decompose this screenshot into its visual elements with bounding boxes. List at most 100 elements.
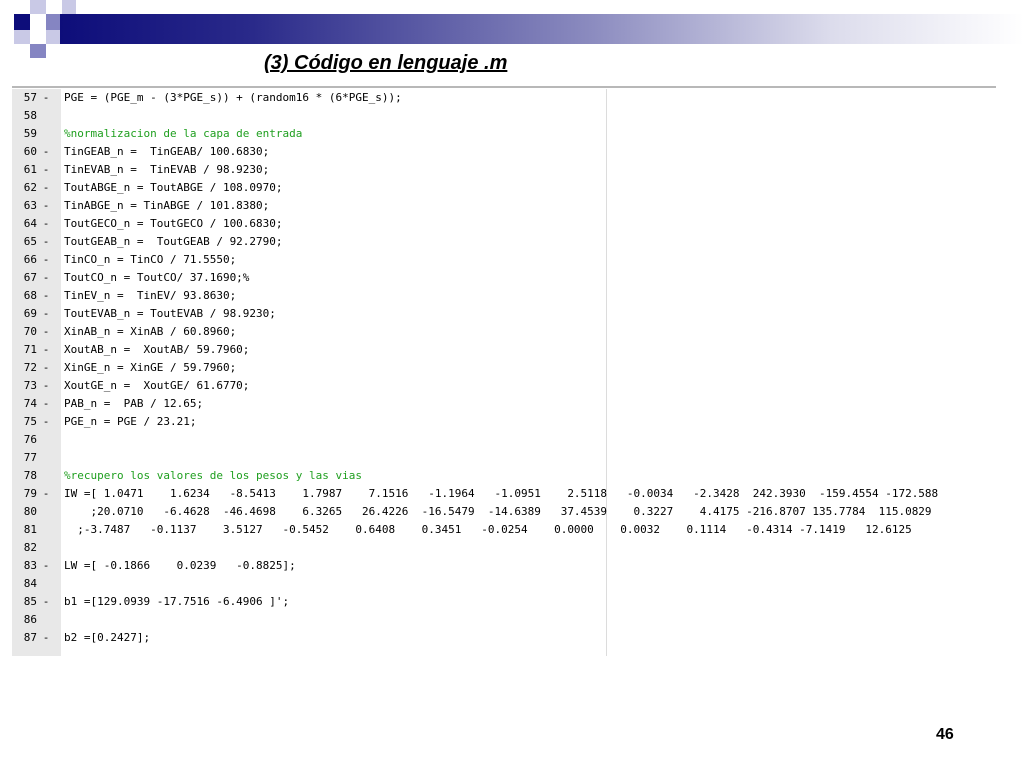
code-text: TinGEAB_n = TinGEAB/ 100.6830; bbox=[64, 145, 270, 158]
executable-line-marker[interactable]: - bbox=[41, 89, 51, 107]
line-number: 75 bbox=[23, 415, 37, 428]
executable-line-marker[interactable]: - bbox=[41, 287, 51, 305]
code-line[interactable]: 59 %normalizacion de la capa de entrada bbox=[12, 125, 996, 143]
code-text: ;-3.7487 -0.1137 3.5127 -0.5452 0.6408 0… bbox=[64, 523, 912, 536]
line-number: 72 bbox=[23, 361, 37, 374]
code-line[interactable]: 57- PGE = (PGE_m - (3*PGE_s)) + (random16… bbox=[12, 89, 996, 107]
code-text: XinGE_n = XinGE / 59.7960; bbox=[64, 361, 237, 374]
slide-title: (3) Código en lenguaje .m bbox=[264, 52, 508, 74]
code-text: LW =[ -0.1866 0.0239 -0.8825]; bbox=[64, 559, 296, 572]
code-text: IW =[ 1.0471 1.6234 -8.5413 1.7987 7.151… bbox=[64, 487, 939, 500]
code-line[interactable]: 77 bbox=[12, 449, 996, 467]
code-text: XinAB_n = XinAB / 60.8960; bbox=[64, 325, 237, 338]
code-line[interactable]: 61- TinEVAB_n = TinEVAB / 98.9230; bbox=[12, 161, 996, 179]
code-text: XoutGE_n = XoutGE/ 61.6770; bbox=[64, 379, 250, 392]
decor-square bbox=[46, 14, 60, 30]
line-number: 76 bbox=[23, 433, 37, 446]
code-text: ToutGEAB_n = ToutGEAB / 92.2790; bbox=[64, 235, 283, 248]
code-line[interactable]: 78 %recupero los valores de los pesos y l… bbox=[12, 467, 996, 485]
code-line[interactable]: 58 bbox=[12, 107, 996, 125]
line-number: 87 bbox=[23, 631, 37, 644]
code-line[interactable]: 83- LW =[ -0.1866 0.0239 -0.8825]; bbox=[12, 557, 996, 575]
code-comment: %normalizacion de la capa de entrada bbox=[64, 127, 303, 140]
line-number: 71 bbox=[23, 343, 37, 356]
executable-line-marker[interactable]: - bbox=[41, 341, 51, 359]
code-line[interactable]: 86 bbox=[12, 611, 996, 629]
code-text: TinEV_n = TinEV/ 93.8630; bbox=[64, 289, 237, 302]
code-line[interactable]: 62- ToutABGE_n = ToutABGE / 108.0970; bbox=[12, 179, 996, 197]
header-decoration bbox=[0, 0, 1024, 60]
executable-line-marker[interactable]: - bbox=[41, 593, 51, 611]
code-line[interactable]: 65- ToutGEAB_n = ToutGEAB / 92.2790; bbox=[12, 233, 996, 251]
line-number: 74 bbox=[23, 397, 37, 410]
code-line[interactable]: 87- b2 =[0.2427]; bbox=[12, 629, 996, 647]
executable-line-marker[interactable]: - bbox=[41, 557, 51, 575]
code-line[interactable]: 75- PGE_n = PGE / 23.21; bbox=[12, 413, 996, 431]
line-number: 58 bbox=[23, 109, 37, 122]
executable-line-marker[interactable]: - bbox=[41, 269, 51, 287]
code-comment: %recupero los valores de los pesos y las… bbox=[64, 469, 363, 482]
decor-square bbox=[46, 30, 60, 44]
code-line[interactable]: 82 bbox=[12, 539, 996, 557]
executable-line-marker[interactable]: - bbox=[41, 359, 51, 377]
decor-square bbox=[14, 30, 30, 44]
code-text: b2 =[0.2427]; bbox=[64, 631, 151, 644]
decor-square bbox=[14, 14, 30, 30]
code-text: ToutEVAB_n = ToutEVAB / 98.9230; bbox=[64, 307, 276, 320]
title-divider bbox=[12, 86, 996, 88]
code-line[interactable]: 84 bbox=[12, 575, 996, 593]
code-line[interactable]: 66- TinCO_n = TinCO / 71.5550; bbox=[12, 251, 996, 269]
code-text: ToutABGE_n = ToutABGE / 108.0970; bbox=[64, 181, 283, 194]
executable-line-marker[interactable]: - bbox=[41, 377, 51, 395]
code-line[interactable]: 68- TinEV_n = TinEV/ 93.8630; bbox=[12, 287, 996, 305]
line-number: 67 bbox=[23, 271, 37, 284]
code-line[interactable]: 81 ;-3.7487 -0.1137 3.5127 -0.5452 0.640… bbox=[12, 521, 996, 539]
executable-line-marker[interactable]: - bbox=[41, 179, 51, 197]
code-line[interactable]: 60- TinGEAB_n = TinGEAB/ 100.6830; bbox=[12, 143, 996, 161]
code-line[interactable]: 74- PAB_n = PAB / 12.65; bbox=[12, 395, 996, 413]
line-number: 61 bbox=[23, 163, 37, 176]
executable-line-marker[interactable]: - bbox=[41, 197, 51, 215]
executable-line-marker[interactable]: - bbox=[41, 305, 51, 323]
code-line[interactable]: 80 ;20.0710 -6.4628 -46.4698 6.3265 26.4… bbox=[12, 503, 996, 521]
executable-line-marker[interactable]: - bbox=[41, 143, 51, 161]
code-line[interactable]: 64- ToutGECO_n = ToutGECO / 100.6830; bbox=[12, 215, 996, 233]
code-text: PAB_n = PAB / 12.65; bbox=[64, 397, 204, 410]
executable-line-marker[interactable]: - bbox=[41, 323, 51, 341]
code-text: ToutGECO_n = ToutGECO / 100.6830; bbox=[64, 217, 283, 230]
code-line[interactable]: 69- ToutEVAB_n = ToutEVAB / 98.9230; bbox=[12, 305, 996, 323]
executable-line-marker[interactable]: - bbox=[41, 215, 51, 233]
executable-line-marker[interactable]: - bbox=[41, 161, 51, 179]
code-text: XoutAB_n = XoutAB/ 59.7960; bbox=[64, 343, 250, 356]
line-number: 84 bbox=[23, 577, 37, 590]
decor-square bbox=[62, 0, 76, 14]
code-text: ;20.0710 -6.4628 -46.4698 6.3265 26.4226… bbox=[64, 505, 932, 518]
line-number: 69 bbox=[23, 307, 37, 320]
executable-line-marker[interactable]: - bbox=[41, 485, 51, 503]
line-number: 85 bbox=[23, 595, 37, 608]
line-number: 81 bbox=[23, 523, 37, 536]
code-line[interactable]: 73- XoutGE_n = XoutGE/ 61.6770; bbox=[12, 377, 996, 395]
code-line[interactable]: 85- b1 =[129.0939 -17.7516 -6.4906 ]'; bbox=[12, 593, 996, 611]
code-line[interactable]: 67- ToutCO_n = ToutCO/ 37.1690;% bbox=[12, 269, 996, 287]
code-editor[interactable]: 57- PGE = (PGE_m - (3*PGE_s)) + (random16… bbox=[12, 89, 996, 656]
line-number: 62 bbox=[23, 181, 37, 194]
line-number: 63 bbox=[23, 199, 37, 212]
page-number: 46 bbox=[936, 726, 954, 743]
code-line[interactable]: 76 bbox=[12, 431, 996, 449]
executable-line-marker[interactable]: - bbox=[41, 413, 51, 431]
header-gradient-bar bbox=[60, 14, 1024, 44]
code-line[interactable]: 72- XinGE_n = XinGE / 59.7960; bbox=[12, 359, 996, 377]
decor-square bbox=[30, 44, 46, 58]
executable-line-marker[interactable]: - bbox=[41, 629, 51, 647]
code-line[interactable]: 79- IW =[ 1.0471 1.6234 -8.5413 1.7987 7.… bbox=[12, 485, 996, 503]
executable-line-marker[interactable]: - bbox=[41, 395, 51, 413]
line-number: 66 bbox=[23, 253, 37, 266]
code-line[interactable]: 71- XoutAB_n = XoutAB/ 59.7960; bbox=[12, 341, 996, 359]
code-line[interactable]: 70- XinAB_n = XinAB / 60.8960; bbox=[12, 323, 996, 341]
executable-line-marker[interactable]: - bbox=[41, 233, 51, 251]
code-line[interactable]: 63- TinABGE_n = TinABGE / 101.8380; bbox=[12, 197, 996, 215]
line-number: 65 bbox=[23, 235, 37, 248]
executable-line-marker[interactable]: - bbox=[41, 251, 51, 269]
code-text: PGE_n = PGE / 23.21; bbox=[64, 415, 197, 428]
